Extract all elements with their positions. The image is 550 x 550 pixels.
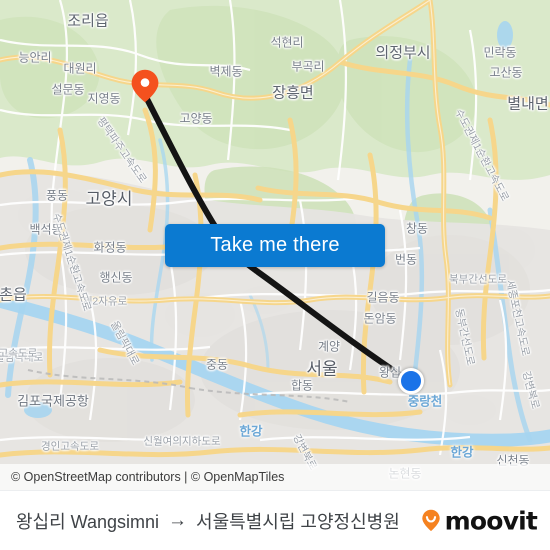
take-me-there-button[interactable]: Take me there: [165, 224, 385, 267]
route-summary: 왕십리 Wangsimni → 서울특별시립 고양정신병원: [16, 508, 400, 534]
arrow-right-icon: →: [168, 509, 188, 531]
origin-pin-marker[interactable]: [128, 69, 162, 103]
bottom-bar: 왕십리 Wangsimni → 서울특별시립 고양정신병원 moovit: [0, 490, 550, 550]
moovit-brand[interactable]: moovit: [418, 506, 538, 535]
destination-dot-marker[interactable]: [398, 368, 424, 394]
moovit-map-share-card: 조리읍 능안리 대원리 설문동 지영동 벽제동 석현리 부곡리 장흥면 고양동 의정부시 민락동 고산동…: [0, 0, 550, 550]
moovit-logo-icon: [421, 509, 440, 532]
map-attribution: © OpenStreetMap contributors | © OpenMap…: [0, 464, 550, 490]
moovit-wordmark: moovit: [444, 506, 538, 535]
map-pin-icon: [131, 69, 159, 103]
route-origin-label: 왕십리 Wangsimni: [16, 511, 160, 532]
attribution-text: © OpenStreetMap contributors | © OpenMap…: [11, 470, 285, 484]
map-canvas[interactable]: 조리읍 능안리 대원리 설문동 지영동 벽제동 석현리 부곡리 장흥면 고양동 의정부시 민락동 고산동…: [0, 0, 550, 490]
route-destination-label: 서울특별시립 고양정신병원: [196, 511, 400, 532]
